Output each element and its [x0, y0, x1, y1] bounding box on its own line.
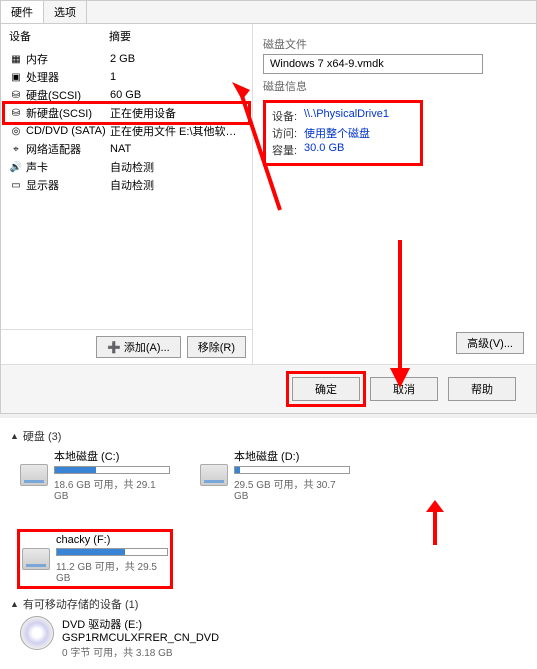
device-summary: 自动检测 [110, 177, 244, 193]
device-row[interactable]: ⛁新硬盘(SCSI)正在使用设备 [5, 104, 248, 122]
tab-options[interactable]: 选项 [44, 1, 87, 23]
device-summary: 正在使用设备 [110, 105, 244, 121]
dvd-capacity: 0 字节 可用，共 3.18 GB [62, 644, 219, 659]
device-name: 网络适配器 [26, 141, 110, 157]
device-name: 新硬盘(SCSI) [26, 105, 110, 121]
dvd-name: DVD 驱动器 (E:) [62, 616, 219, 632]
device-list[interactable]: ▦内存2 GB▣处理器1⛁硬盘(SCSI)60 GB⛁新硬盘(SCSI)正在使用… [1, 48, 252, 329]
device-icon: ⛁ [9, 108, 23, 119]
removable-group-label: 有可移动存储的设备 (1) [23, 596, 139, 612]
device-detail-panel: 磁盘文件 Windows 7 x64-9.vmdk 磁盘信息 设备:\\.\Ph… [253, 24, 536, 364]
disks-group-header[interactable]: ▲ 硬盘 (3) [10, 428, 527, 444]
device-icon: ▦ [9, 54, 23, 65]
drive-info: 本地磁盘 (D:) 29.5 GB 可用，共 30.7 GB [234, 448, 350, 502]
help-button[interactable]: 帮助 [448, 377, 516, 401]
device-icon: ▭ [9, 180, 23, 191]
device-list-header: 设备 摘要 [1, 24, 252, 48]
drive-icon [22, 548, 50, 570]
dvd-info: DVD 驱动器 (E:) GSP1RMCULXFRER_CN_DVD 0 字节 … [62, 616, 219, 659]
device-name: 处理器 [26, 69, 110, 85]
drive-item[interactable]: 本地磁盘 (C:) 18.6 GB 可用，共 29.1 GB [20, 448, 170, 502]
removable-group-header[interactable]: ▲ 有可移动存储的设备 (1) [10, 596, 527, 612]
drive-capacity: 18.6 GB 可用，共 29.1 GB [54, 476, 170, 502]
drive-icon [200, 464, 228, 486]
drives-row: 本地磁盘 (C:) 18.6 GB 可用，共 29.1 GB 本地磁盘 (D:) 29… [20, 448, 527, 586]
drive-item[interactable]: chacky (F:) 11.2 GB 可用，共 29.5 GB [20, 532, 170, 586]
dvd-volume: GSP1RMCULXFRER_CN_DVD [62, 632, 219, 644]
device-buttons: ➕添加(A)... 移除(R) [1, 329, 252, 364]
tab-bar: 硬件 选项 [1, 1, 536, 24]
device-row[interactable]: 🔊声卡自动检测 [5, 158, 248, 176]
info-line: 设备:\\.\PhysicalDrive1 [272, 108, 414, 124]
dvd-drive-item[interactable]: DVD 驱动器 (E:) GSP1RMCULXFRER_CN_DVD 0 字节 … [20, 616, 527, 659]
info-value: 30.0 GB [304, 142, 344, 158]
drive-capacity: 11.2 GB 可用，共 29.5 GB [56, 558, 168, 584]
capacity-bar [54, 466, 170, 474]
add-device-button[interactable]: ➕添加(A)... [96, 336, 181, 358]
device-name: 硬盘(SCSI) [26, 87, 110, 103]
dvd-icon [20, 616, 54, 650]
add-label: 添加(A)... [124, 342, 170, 354]
device-row[interactable]: ⌖网络适配器NAT [5, 140, 248, 158]
collapse-icon: ▲ [10, 431, 19, 441]
remove-device-button[interactable]: 移除(R) [187, 336, 246, 358]
advanced-button[interactable]: 高级(V)... [456, 332, 524, 354]
info-key: 访问: [272, 125, 304, 141]
device-summary: 正在使用文件 E:\其他软件\操作系统... [110, 123, 244, 139]
collapse-icon: ▲ [10, 599, 19, 609]
drive-capacity: 29.5 GB 可用，共 30.7 GB [234, 476, 350, 502]
drive-icon [20, 464, 48, 486]
device-summary: 1 [110, 71, 244, 83]
diskfile-label: 磁盘文件 [263, 36, 526, 52]
info-line: 容量:30.0 GB [272, 142, 414, 158]
device-row[interactable]: ◎CD/DVD (SATA)正在使用文件 E:\其他软件\操作系统... [5, 122, 248, 140]
drive-name: 本地磁盘 (C:) [54, 448, 170, 464]
tab-hardware[interactable]: 硬件 [1, 1, 44, 23]
device-name: 声卡 [26, 159, 110, 175]
cancel-button[interactable]: 取消 [370, 377, 438, 401]
device-icon: ◎ [9, 126, 23, 137]
drive-name: 本地磁盘 (D:) [234, 448, 350, 464]
explorer-panel: ▲ 硬盘 (3) 本地磁盘 (C:)18.6 GB 可用，共 29.1 GB本地… [0, 418, 537, 669]
info-value: 使用整个磁盘 [304, 125, 370, 141]
dialog-buttons-row: 确定 取消 帮助 [1, 364, 536, 413]
drive-info: 本地磁盘 (C:) 18.6 GB 可用，共 29.1 GB [54, 448, 170, 502]
device-summary: 2 GB [110, 53, 244, 65]
diskinfo-label: 磁盘信息 [263, 78, 526, 94]
device-row[interactable]: ⛁硬盘(SCSI)60 GB [5, 86, 248, 104]
info-key: 容量: [272, 142, 304, 158]
diskfile-field[interactable]: Windows 7 x64-9.vmdk [263, 54, 483, 74]
device-row[interactable]: ▦内存2 GB [5, 50, 248, 68]
drive-item[interactable]: 本地磁盘 (D:) 29.5 GB 可用，共 30.7 GB [200, 448, 350, 502]
header-device: 设备 [9, 28, 109, 44]
info-line: 访问:使用整个磁盘 [272, 125, 414, 141]
device-summary: 自动检测 [110, 159, 244, 175]
device-name: 内存 [26, 51, 110, 67]
device-summary: NAT [110, 143, 244, 155]
device-row[interactable]: ▣处理器1 [5, 68, 248, 86]
device-name: CD/DVD (SATA) [26, 125, 110, 137]
disks-group-label: 硬盘 (3) [23, 428, 62, 444]
device-icon: 🔊 [9, 162, 23, 173]
plus-icon: ➕ [107, 342, 121, 354]
capacity-bar [234, 466, 350, 474]
header-summary: 摘要 [109, 28, 131, 44]
diskinfo-box: 设备:\\.\PhysicalDrive1访问:使用整个磁盘容量:30.0 GB [263, 100, 423, 166]
device-row[interactable]: ▭显示器自动检测 [5, 176, 248, 194]
info-value: \\.\PhysicalDrive1 [304, 108, 389, 124]
device-panel: 设备 摘要 ▦内存2 GB▣处理器1⛁硬盘(SCSI)60 GB⛁新硬盘(SCS… [1, 24, 253, 364]
device-icon: ⛁ [9, 90, 23, 101]
drive-info: chacky (F:) 11.2 GB 可用，共 29.5 GB [56, 534, 168, 584]
info-key: 设备: [272, 108, 304, 124]
dialog-body: 设备 摘要 ▦内存2 GB▣处理器1⛁硬盘(SCSI)60 GB⛁新硬盘(SCS… [1, 24, 536, 364]
device-summary: 60 GB [110, 89, 244, 101]
ok-button[interactable]: 确定 [292, 377, 360, 401]
device-name: 显示器 [26, 177, 110, 193]
device-icon: ⌖ [9, 144, 23, 155]
capacity-bar [56, 548, 168, 556]
settings-dialog: 硬件 选项 设备 摘要 ▦内存2 GB▣处理器1⛁硬盘(SCSI)60 GB⛁新… [0, 0, 537, 414]
drive-name: chacky (F:) [56, 534, 168, 546]
device-icon: ▣ [9, 72, 23, 83]
